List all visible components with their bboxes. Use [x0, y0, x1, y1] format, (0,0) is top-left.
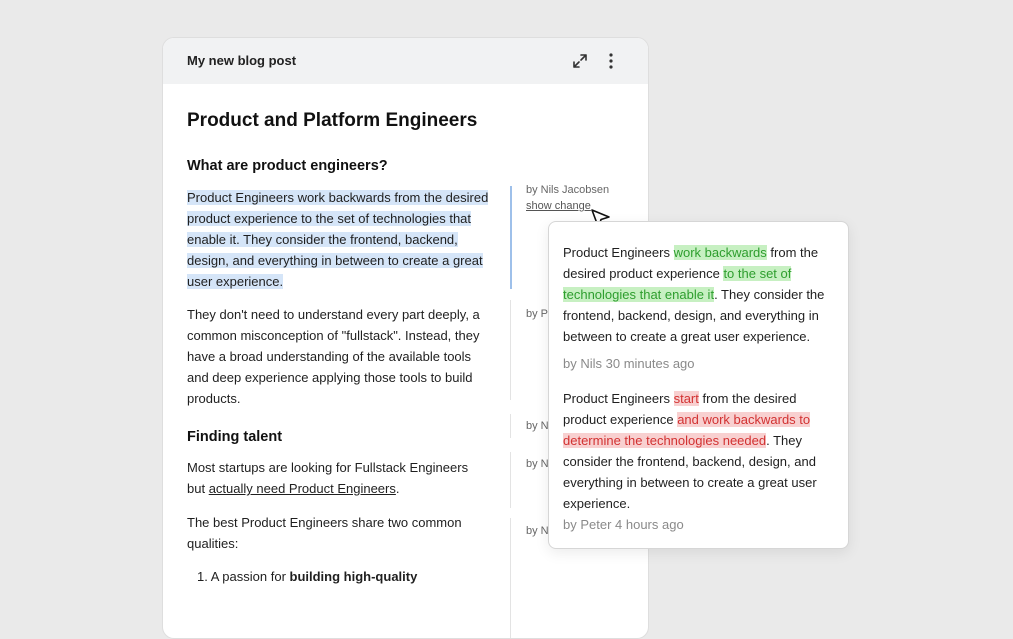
change-author[interactable]: by N	[526, 525, 549, 537]
change-indicator-active[interactable]	[510, 186, 512, 289]
added-text: work backwards	[673, 245, 767, 260]
change-indicator[interactable]	[510, 300, 511, 400]
change-indicator[interactable]	[510, 452, 511, 508]
paragraph: The best Product Engineers share two com…	[187, 515, 462, 551]
selected-text[interactable]: Product Engineers work backwards from th…	[187, 190, 489, 289]
paragraph-text: .	[395, 481, 400, 496]
section-heading: What are product engineers?	[187, 158, 388, 174]
change-history-popover: Product Engineers work backwards from th…	[548, 221, 849, 549]
paragraph: They don't need to understand every part…	[187, 307, 480, 406]
document-title-label: My new blog post	[187, 53, 297, 68]
show-change-link[interactable]: show change	[526, 200, 591, 212]
change-author[interactable]: by N	[526, 420, 549, 432]
doc-title: Product and Platform Engineers	[187, 110, 478, 131]
inline-link[interactable]: actually need Product Engineers	[209, 481, 396, 496]
list-item-bold: building high-quality	[289, 569, 418, 584]
paragraph-selected[interactable]: Product Engineers work backwards from th…	[187, 187, 497, 292]
section-heading: Finding talent	[187, 429, 283, 445]
deleted-text: start	[673, 391, 699, 406]
card-header: My new blog post	[163, 38, 648, 84]
change-author[interactable]: by P	[526, 308, 548, 320]
change-text: Product Engineers	[563, 245, 674, 260]
change-indicator[interactable]	[510, 414, 511, 438]
change-text-deletion: Product Engineers start from the desired…	[563, 388, 835, 514]
change-author[interactable]: by N	[526, 458, 549, 470]
change-text: Product Engineers	[563, 391, 674, 406]
more-vertical-icon[interactable]	[603, 52, 619, 70]
change-author: by Nils Jacobsen	[526, 184, 610, 196]
list-item: 1. A passion for building high-quality	[197, 566, 497, 587]
list-item-text: 1. A passion for	[197, 569, 290, 584]
change-meta: by Peter 4 hours ago	[563, 517, 684, 532]
change-indicator[interactable]	[510, 518, 511, 638]
change-text-addition: Product Engineers work backwards from th…	[563, 242, 835, 347]
expand-icon[interactable]	[572, 53, 588, 69]
paragraph: Most startups are looking for Fullstack …	[187, 457, 487, 499]
change-meta: by Nils 30 minutes ago	[563, 356, 695, 371]
